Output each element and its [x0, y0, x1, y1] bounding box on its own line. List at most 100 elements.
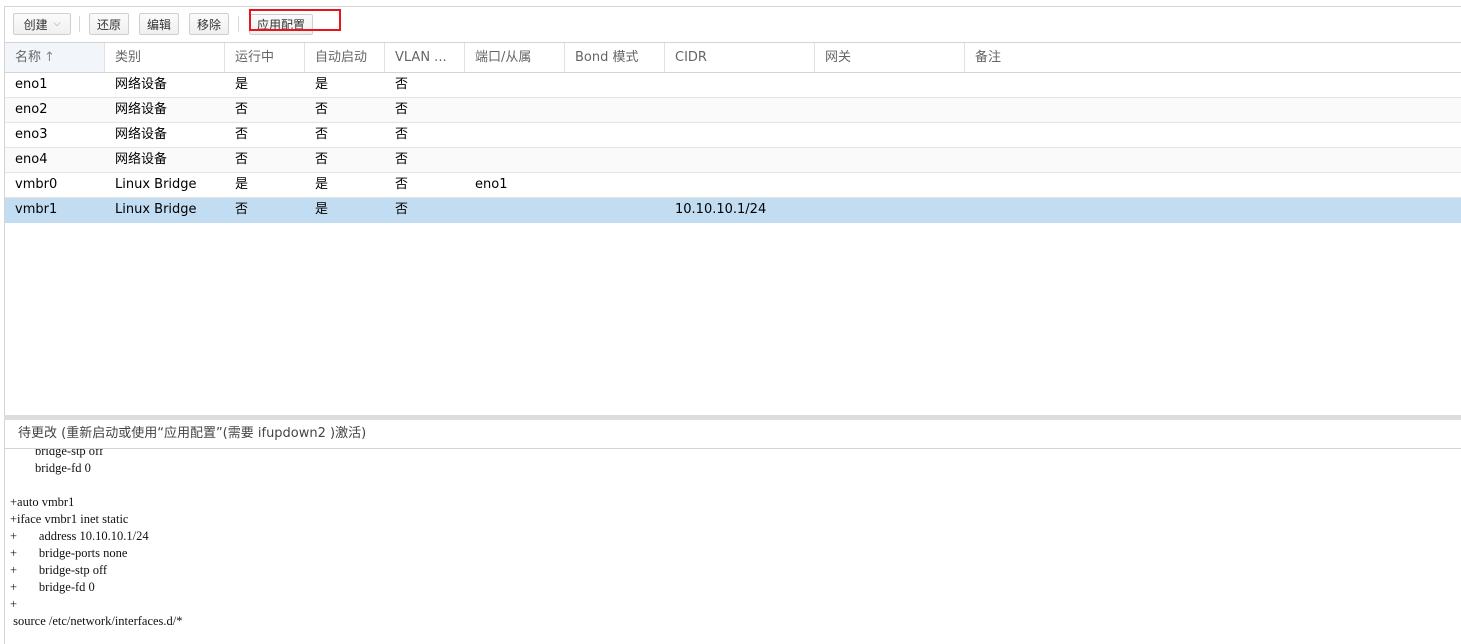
cell-comment — [965, 98, 1461, 122]
cell-ports — [465, 148, 565, 172]
cell-active: 是 — [235, 77, 249, 92]
cell-autostart: 是 — [315, 202, 329, 217]
diff-line — [10, 477, 183, 494]
cell-active: 否 — [235, 202, 249, 217]
cell-bond-mode — [565, 98, 665, 122]
cell-type: 网络设备 — [115, 127, 168, 142]
column-header-cidr[interactable]: CIDR — [665, 43, 815, 72]
grid-header: 名称 ↑ 类别 运行中 自动启动 VLAN ... 端口/从属 Bond 模式 C… — [5, 42, 1461, 73]
cell-ports — [465, 98, 565, 122]
diff-line: + bridge-stp off — [10, 563, 108, 577]
toolbar-divider — [79, 16, 80, 32]
cell-type: Linux Bridge — [115, 202, 197, 217]
column-header-vlan[interactable]: VLAN ... — [385, 43, 465, 72]
pending-changes-title: 待更改 (重新启动或使用“应用配置”(需要 ifupdown2 )激活) — [18, 426, 367, 441]
cell-vlan: 否 — [395, 202, 409, 217]
table-row[interactable]: eno1 网络设备 是 是 否 — [5, 73, 1461, 98]
cell-comment — [965, 73, 1461, 97]
table-row[interactable]: eno2 网络设备 否 否 否 — [5, 98, 1461, 123]
column-header-name[interactable]: 名称 ↑ — [5, 43, 105, 72]
cell-active: 否 — [235, 102, 249, 117]
remove-button[interactable]: 移除 — [189, 13, 229, 35]
table-row[interactable]: vmbr1 Linux Bridge 否 是 否 10.10.10.1/24 — [5, 198, 1461, 223]
cell-vlan: 否 — [395, 177, 409, 192]
cell-cidr — [665, 123, 815, 147]
column-header-type[interactable]: 类别 — [105, 43, 225, 72]
cell-vlan: 否 — [395, 152, 409, 167]
cell-ports: eno1 — [475, 177, 508, 192]
column-header-gateway[interactable]: 网关 — [815, 43, 965, 72]
cell-vlan: 否 — [395, 102, 409, 117]
cell-gateway — [815, 123, 965, 147]
table-row[interactable]: eno4 网络设备 否 否 否 — [5, 148, 1461, 173]
cell-active: 否 — [235, 152, 249, 167]
diff-line: bridge-stp off — [10, 449, 104, 458]
table-row[interactable]: eno3 网络设备 否 否 否 — [5, 123, 1461, 148]
column-header-autostart[interactable]: 自动启动 — [305, 43, 385, 72]
remove-button-label: 移除 — [196, 17, 221, 32]
cell-name: vmbr1 — [15, 202, 58, 217]
cell-cidr — [665, 73, 815, 97]
pending-changes-panel: bridge-stp off bridge-fd 0 +auto vmbr1 +if… — [4, 449, 1461, 644]
diff-line: source /etc/network/interfaces.d/* — [10, 614, 183, 628]
edit-button[interactable]: 编辑 — [139, 13, 179, 35]
diff-line: +iface vmbr1 inet static — [10, 512, 129, 526]
diff-line: + — [10, 597, 18, 611]
cell-autostart: 否 — [315, 127, 329, 142]
cell-bond-mode — [565, 148, 665, 172]
cell-name: eno1 — [15, 77, 48, 92]
cell-bond-mode — [565, 173, 665, 197]
cell-gateway — [815, 73, 965, 97]
column-header-active[interactable]: 运行中 — [225, 43, 305, 72]
cell-comment — [965, 198, 1461, 222]
apply-configuration-button[interactable]: 应用配置 — [249, 14, 313, 35]
column-header-ports[interactable]: 端口/从属 — [465, 43, 565, 72]
diff-line: + bridge-fd 0 — [10, 580, 95, 594]
cell-bond-mode — [565, 73, 665, 97]
column-header-bond-mode[interactable]: Bond 模式 — [565, 43, 665, 72]
diff-line: + bridge-ports none — [10, 546, 128, 560]
column-header-comment[interactable]: 备注 — [965, 43, 1461, 72]
create-button[interactable]: 创建 ⌵ — [13, 13, 71, 35]
cell-ports — [465, 198, 565, 222]
cell-active: 否 — [235, 127, 249, 142]
cell-name: eno3 — [15, 127, 48, 142]
cell-autostart: 是 — [315, 177, 329, 192]
create-button-label: 创建 — [23, 17, 48, 32]
column-header-name-label: 名称 — [15, 50, 42, 65]
cell-gateway — [815, 173, 965, 197]
revert-button-label: 还原 — [96, 17, 121, 32]
table-row[interactable]: vmbr0 Linux Bridge 是 是 否 eno1 — [5, 173, 1461, 198]
cell-gateway — [815, 148, 965, 172]
cell-type: Linux Bridge — [115, 177, 197, 192]
network-interfaces-grid: 名称 ↑ 类别 运行中 自动启动 VLAN ... 端口/从属 Bond 模式 C… — [4, 42, 1461, 416]
sort-ascending-icon: ↑ — [44, 50, 55, 65]
diff-line: bridge-fd 0 — [10, 461, 91, 475]
cell-cidr — [665, 173, 815, 197]
cell-ports — [465, 123, 565, 147]
revert-button[interactable]: 还原 — [89, 13, 129, 35]
cell-cidr: 10.10.10.1/24 — [675, 202, 767, 217]
cell-ports — [465, 73, 565, 97]
cell-autostart: 是 — [315, 77, 329, 92]
diff-line: + address 10.10.10.1/24 — [10, 529, 149, 543]
cell-type: 网络设备 — [115, 102, 168, 117]
toolbar-divider — [238, 16, 239, 32]
cell-bond-mode — [565, 123, 665, 147]
cell-autostart: 否 — [315, 152, 329, 167]
cell-comment — [965, 173, 1461, 197]
cell-name: vmbr0 — [15, 177, 58, 192]
apply-configuration-label: 应用配置 — [256, 18, 305, 32]
diff-line: +auto vmbr1 — [10, 495, 75, 509]
chevron-down-icon: ⌵ — [53, 19, 61, 29]
cell-comment — [965, 148, 1461, 172]
cell-type: 网络设备 — [115, 77, 168, 92]
pending-changes-diff: bridge-stp off bridge-fd 0 +auto vmbr1 +if… — [10, 449, 183, 630]
cell-cidr — [665, 98, 815, 122]
cell-bond-mode — [565, 198, 665, 222]
cell-cidr — [665, 148, 815, 172]
pending-changes-header: 待更改 (重新启动或使用“应用配置”(需要 ifupdown2 )激活) — [4, 420, 1461, 449]
cell-autostart: 否 — [315, 102, 329, 117]
edit-button-label: 编辑 — [146, 17, 171, 32]
cell-name: eno2 — [15, 102, 48, 117]
